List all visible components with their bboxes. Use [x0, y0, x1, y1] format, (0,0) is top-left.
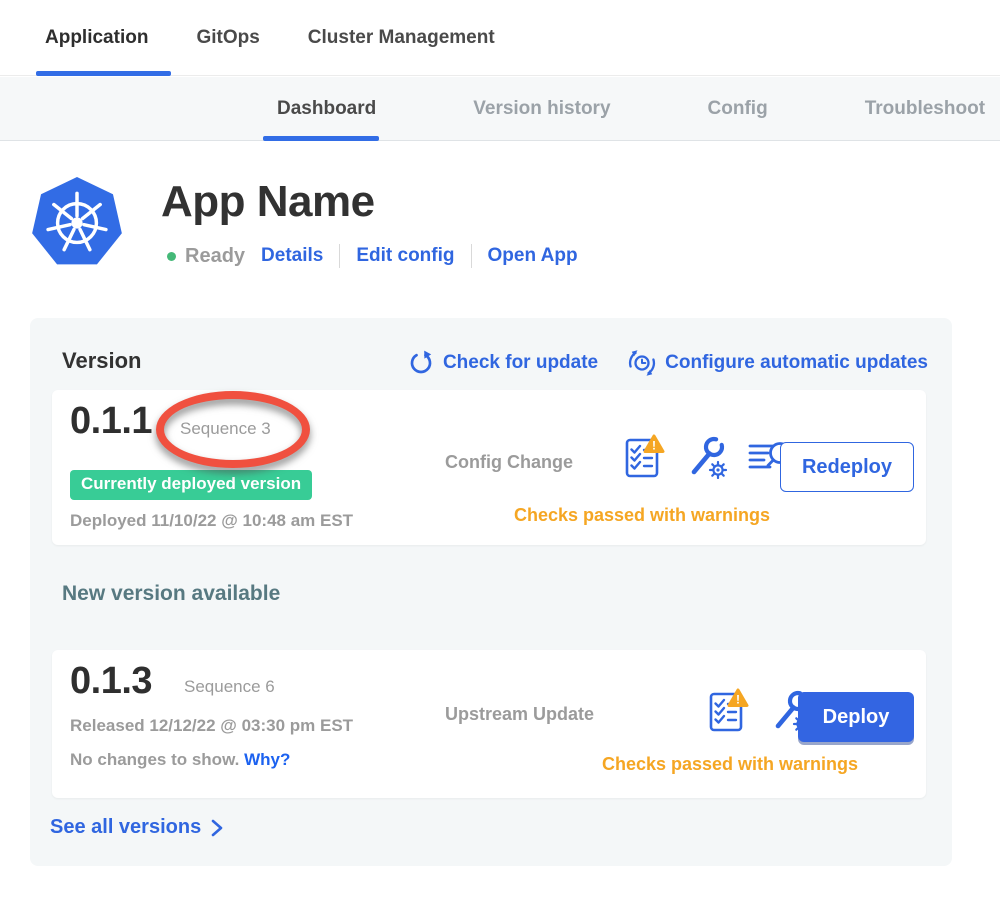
top-nav-item-application[interactable]: Application	[45, 0, 148, 76]
top-nav-item-cluster-management[interactable]: Cluster Management	[308, 0, 495, 76]
redeploy-button[interactable]: Redeploy	[780, 442, 914, 492]
version-panel-title: Version	[62, 348, 141, 374]
divider	[471, 244, 472, 268]
changes-note: No changes to show. Why?	[70, 750, 290, 770]
tab-config[interactable]: Config	[708, 77, 768, 141]
tab-dashboard[interactable]: Dashboard	[277, 77, 376, 141]
available-version-card: 0.1.3 Sequence 6 Released 12/12/22 @ 03:…	[52, 650, 926, 798]
released-timestamp: Released 12/12/22 @ 03:30 pm EST	[70, 716, 353, 736]
edit-config-link[interactable]: Edit config	[356, 245, 454, 267]
sub-nav: Dashboard Version history Config Trouble…	[0, 77, 1000, 141]
new-version-heading: New version available	[62, 582, 280, 606]
deployed-version-actions: !	[620, 434, 794, 480]
version-source-label: Upstream Update	[445, 704, 594, 725]
version-panel-actions: Check for update Configure automatic upd…	[408, 349, 928, 377]
svg-text:!: !	[736, 693, 740, 707]
app-status-row: Ready Details Edit config Open App	[167, 243, 578, 269]
deployed-version-card: 0.1.1 Sequence 3 Currently deployed vers…	[52, 390, 926, 545]
checks-status-warning: Checks passed with warnings	[492, 505, 792, 526]
svg-text:!: !	[652, 439, 656, 453]
version-source-label: Config Change	[445, 452, 573, 473]
configure-automatic-updates-link[interactable]: Configure automatic updates	[628, 349, 928, 377]
divider	[339, 244, 340, 268]
version-panel: Version Check for update Configur	[30, 318, 952, 866]
tab-troubleshoot[interactable]: Troubleshoot	[865, 77, 985, 141]
top-nav-item-gitops[interactable]: GitOps	[196, 0, 259, 76]
preflight-checks-icon[interactable]: !	[620, 434, 666, 480]
kubernetes-logo	[31, 175, 123, 269]
available-version-number: 0.1.3	[70, 660, 152, 703]
app-dashboard-page: Application GitOps Cluster Management Da…	[0, 0, 1000, 898]
preflight-checks-icon[interactable]: !	[704, 688, 750, 734]
open-app-link[interactable]: Open App	[488, 245, 578, 267]
deployed-version-number: 0.1.1	[70, 400, 152, 443]
app-name-title: App Name	[161, 177, 375, 227]
clock-refresh-icon	[628, 349, 656, 377]
no-changes-label: No changes to show.	[70, 750, 239, 769]
see-all-versions-label: See all versions	[50, 816, 201, 839]
tab-version-history[interactable]: Version history	[473, 77, 610, 141]
check-for-update-link[interactable]: Check for update	[408, 350, 598, 376]
checks-status-warning: Checks passed with warnings	[580, 754, 880, 775]
check-for-update-label: Check for update	[443, 352, 598, 374]
deployed-sequence-label: Sequence 3	[180, 419, 271, 439]
available-sequence-label: Sequence 6	[184, 677, 275, 697]
see-all-versions-link[interactable]: See all versions	[50, 816, 223, 839]
configure-automatic-updates-label: Configure automatic updates	[665, 352, 928, 374]
chevron-right-icon	[211, 819, 223, 837]
config-wrench-icon[interactable]	[684, 435, 728, 479]
deploy-button[interactable]: Deploy	[798, 692, 914, 742]
top-nav: Application GitOps Cluster Management	[0, 0, 1000, 76]
details-link[interactable]: Details	[261, 245, 323, 267]
status-dot-icon	[167, 252, 176, 261]
status-label: Ready	[185, 245, 245, 268]
deployed-timestamp: Deployed 11/10/22 @ 10:48 am EST	[70, 511, 353, 531]
refresh-icon	[408, 350, 434, 376]
why-link[interactable]: Why?	[244, 750, 290, 769]
app-status: Ready	[167, 245, 245, 268]
available-version-actions: !	[704, 688, 812, 734]
currently-deployed-badge: Currently deployed version	[70, 470, 312, 500]
